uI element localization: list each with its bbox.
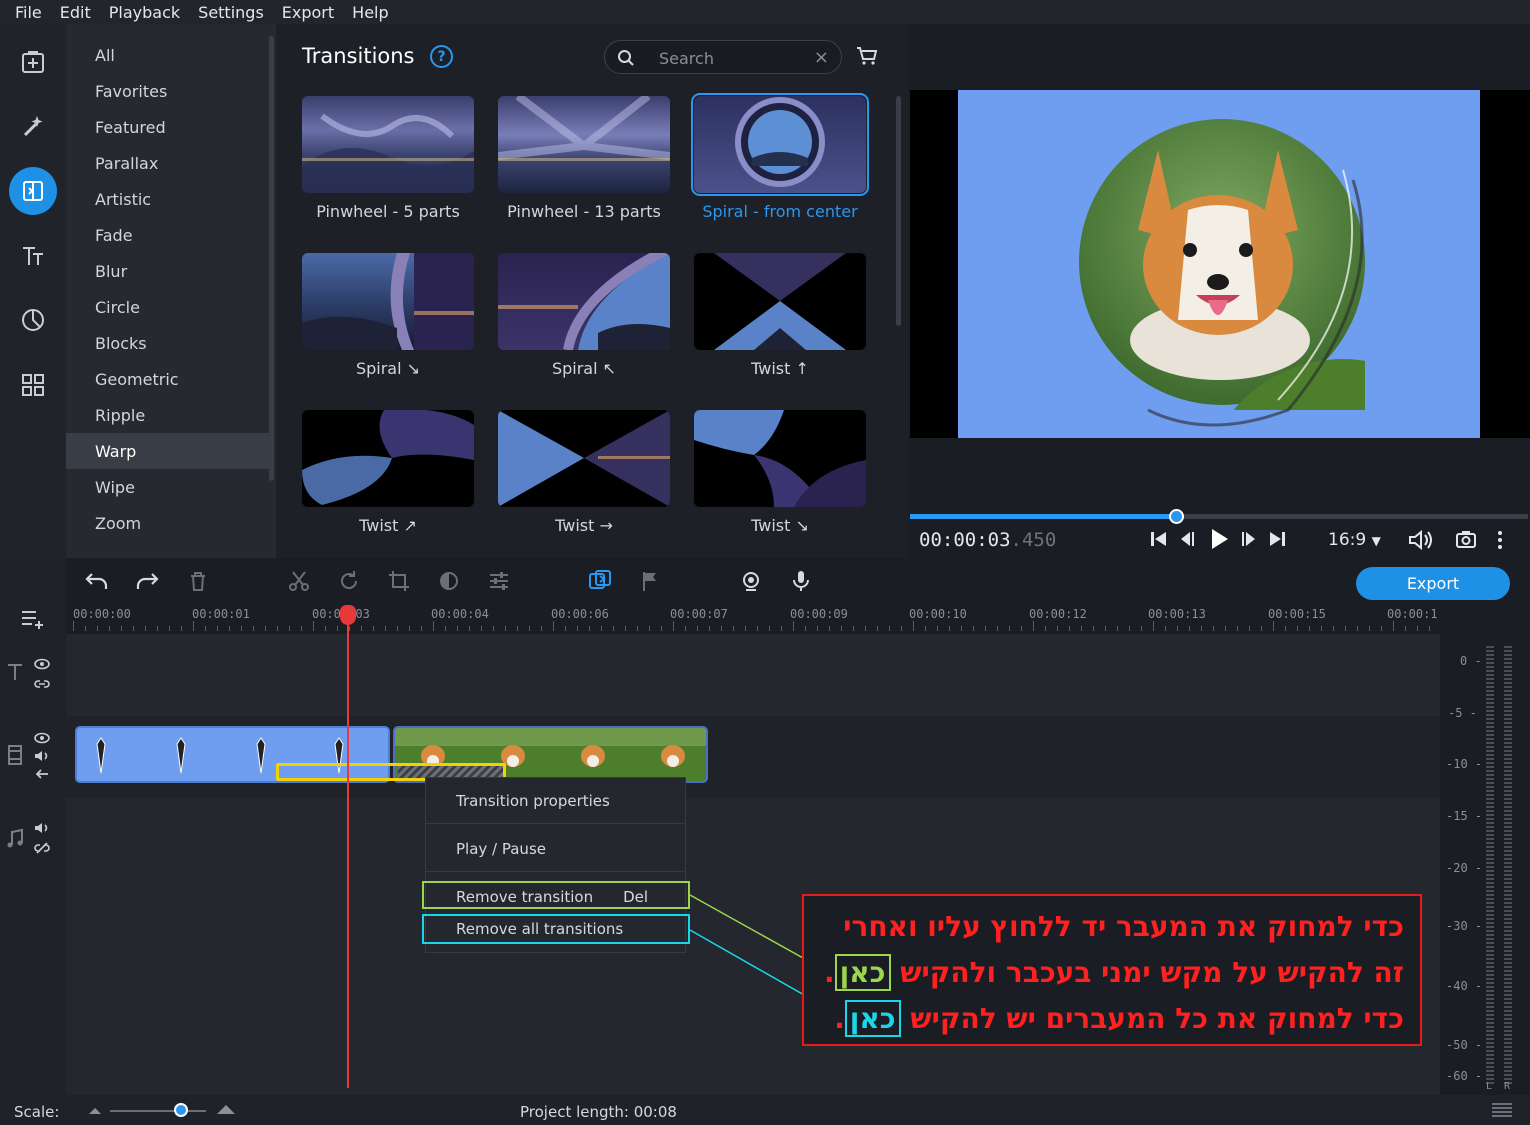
meter-label: -60 - [1446, 1069, 1483, 1083]
meter-channel-right: R [1504, 1081, 1511, 1092]
annotation-text: כדי למחוק את כל המעברים יש להקיש [910, 1002, 1404, 1035]
status-bar: Scale: Project length: 00:08 [0, 1095, 1530, 1125]
annotation-text: זה להקיש על מקש ימני בעכבר ולהקיש [900, 956, 1404, 989]
meter-label: -15 - [1446, 809, 1483, 823]
scale-slider-knob[interactable] [174, 1103, 188, 1117]
here-label-green: כאן [834, 954, 891, 991]
meter-label: -10 - [1446, 757, 1483, 771]
annotation-line-3: כדי למחוק את כל המעברים יש להקיש כאן. [834, 1000, 1404, 1037]
meter-label: -30 - [1446, 919, 1483, 933]
annotation-line-2: זה להקיש על מקש ימני בעכבר ולהקיש כאן. [824, 954, 1404, 991]
meter-label: -40 - [1446, 979, 1483, 993]
here-label-cyan: כאן [844, 1000, 901, 1037]
project-length: Project length: 00:08 [520, 1103, 677, 1121]
meter-bar-right [1504, 646, 1512, 1086]
annotation-dot: . [834, 1002, 845, 1035]
zoom-out-icon[interactable] [88, 1105, 102, 1115]
instruction-annotation: כדי למחוק את המעבר יד ללחוץ עליו ואחרי ז… [802, 894, 1422, 1046]
meter-label: -20 - [1446, 861, 1483, 875]
scale-label: Scale: [14, 1103, 60, 1121]
annotation-line-1: כדי למחוק את המעבר יד ללחוץ עליו ואחרי [843, 910, 1404, 943]
meter-bar-left [1486, 646, 1494, 1086]
meter-label: -5 - [1448, 706, 1477, 720]
meter-channel-left: L [1486, 1081, 1493, 1092]
annotation-dot: . [824, 956, 835, 989]
audio-level-meter: 0 - -5 - -10 - -15 - -20 - -30 - -40 - -… [1440, 634, 1530, 1095]
meter-label: 0 - [1460, 654, 1482, 668]
zoom-in-icon[interactable] [216, 1103, 236, 1115]
scale-slider-track[interactable] [110, 1110, 206, 1112]
meter-label: -50 - [1446, 1038, 1483, 1052]
grid-view-icon[interactable] [1490, 1101, 1514, 1119]
